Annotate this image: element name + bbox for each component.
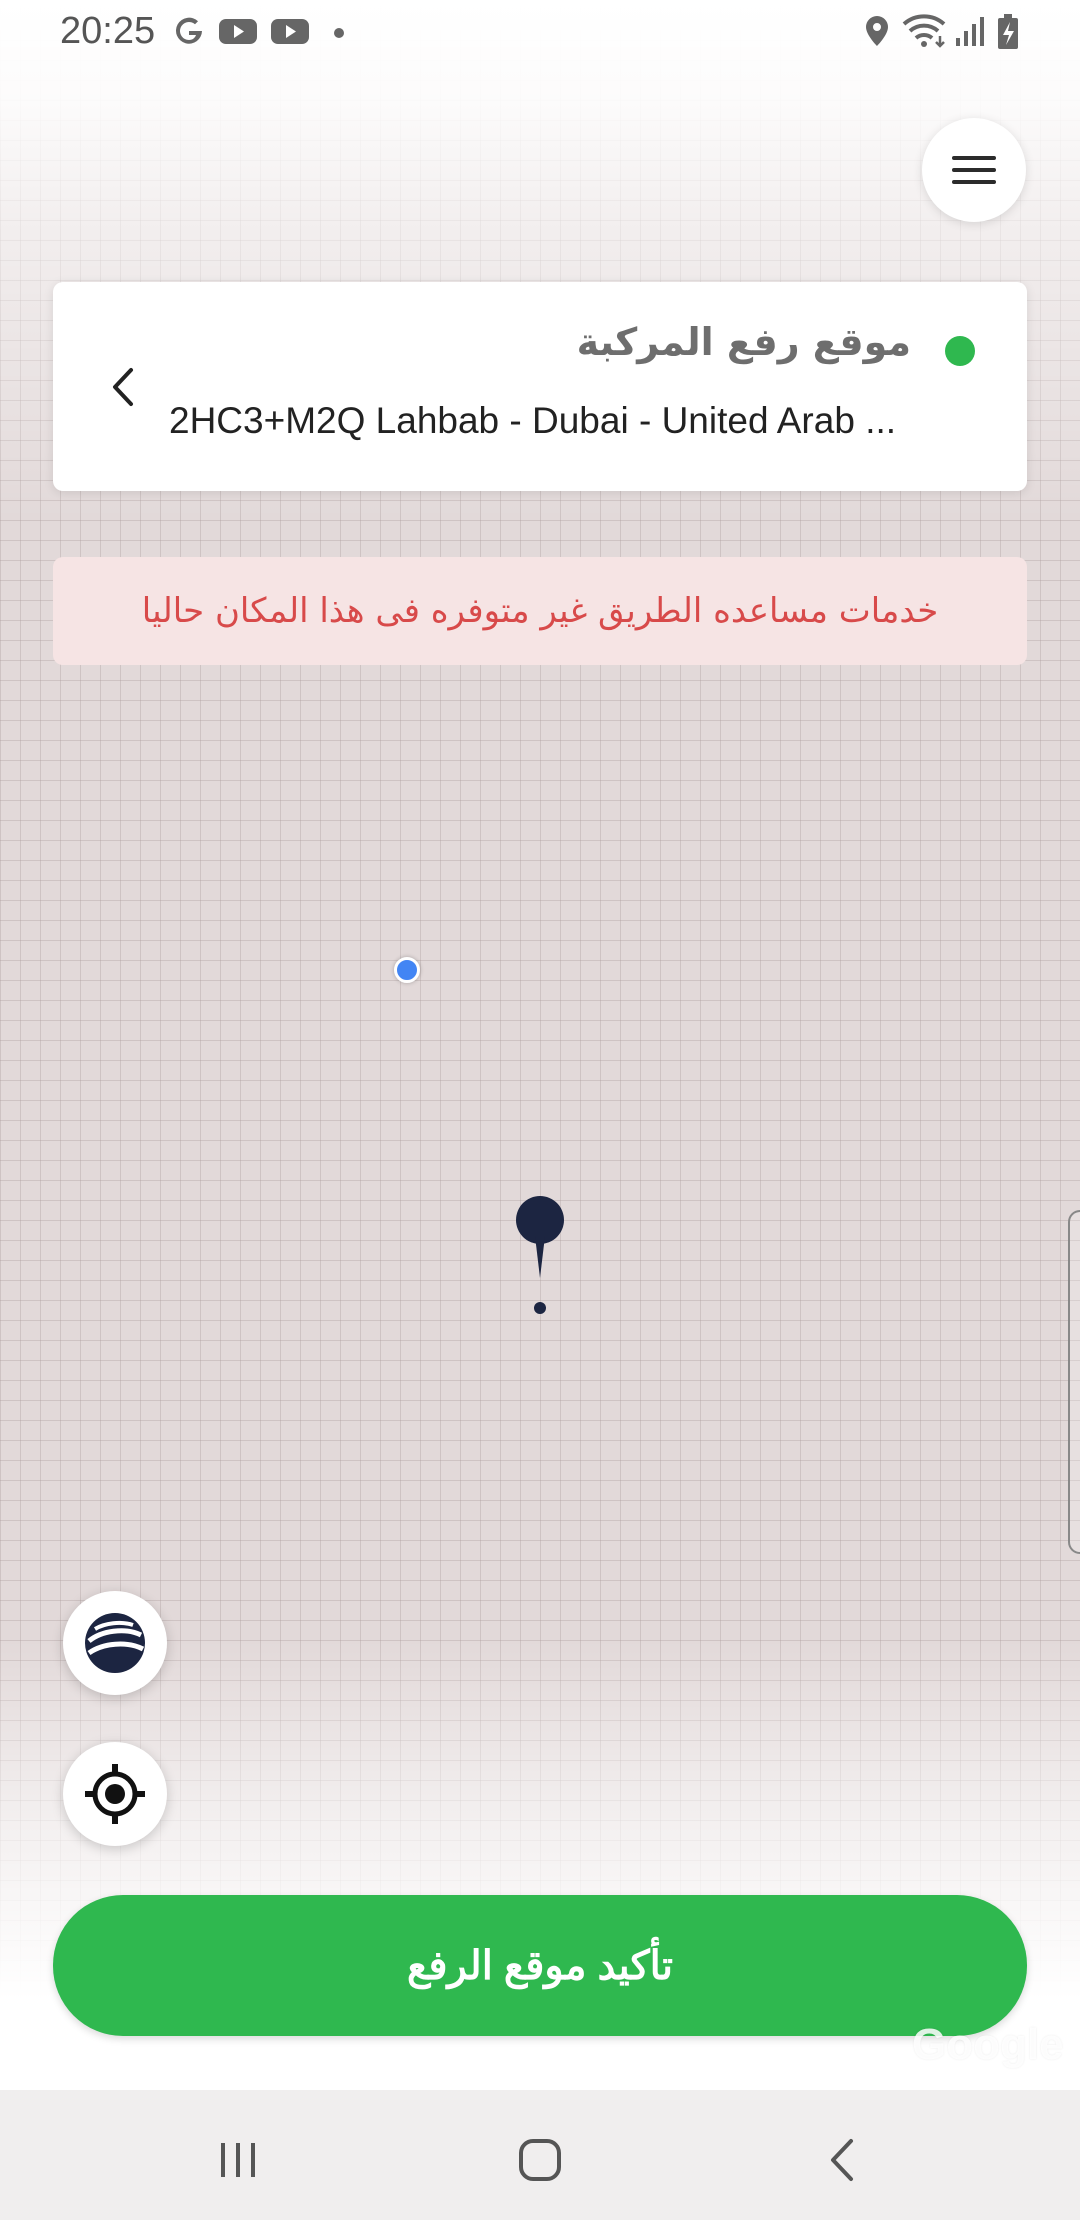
back-icon[interactable] (804, 2120, 884, 2200)
map-layers-button[interactable] (63, 1591, 167, 1695)
signal-icon (954, 14, 988, 52)
pickup-address: 2HC3+M2Q Lahbab - Dubai - United Arab ..… (169, 400, 897, 441)
pickup-location-title: موقع رفع المركبة (576, 320, 911, 364)
app-screen: 20:25 موقع رفع المركبة 2HC3+M2Q Lahbab -… (0, 0, 1080, 2220)
current-location-marker (394, 957, 420, 983)
alert-message: خدمات مساعده الطريق غير متوفره فى هذا ال… (141, 591, 939, 631)
location-icon (862, 14, 892, 52)
home-icon[interactable] (500, 2120, 580, 2200)
menu-button[interactable] (922, 118, 1026, 222)
confirm-pickup-label: تأكيد موقع الرفع (407, 1943, 673, 1988)
google-icon (172, 14, 206, 52)
hamburger-menu-icon (952, 156, 996, 184)
youtube-icon (218, 14, 258, 52)
globe-layers-icon (85, 1613, 145, 1673)
battery-charging-icon (996, 14, 1020, 54)
confirm-pickup-button[interactable]: تأكيد موقع الرفع (53, 1895, 1027, 2036)
service-unavailable-alert: خدمات مساعده الطريق غير متوفره فى هذا ال… (53, 557, 1027, 665)
pickup-status-dot (945, 336, 975, 366)
wifi-icon (902, 14, 948, 52)
pickup-pin-icon (514, 1196, 566, 1318)
status-time: 20:25 (60, 10, 156, 52)
youtube-icon (270, 14, 310, 52)
recents-icon[interactable] (198, 2120, 278, 2200)
side-drawer-handle[interactable] (1068, 1210, 1080, 1554)
chevron-left-icon[interactable] (103, 362, 143, 412)
status-bar: 20:25 (0, 0, 1080, 64)
dot-icon (333, 24, 345, 43)
my-location-button[interactable] (63, 1742, 167, 1846)
crosshair-locate-icon (85, 1764, 145, 1824)
google-watermark: Google (912, 2020, 1064, 2069)
pickup-location-card[interactable]: موقع رفع المركبة 2HC3+M2Q Lahbab - Dubai… (53, 282, 1027, 491)
